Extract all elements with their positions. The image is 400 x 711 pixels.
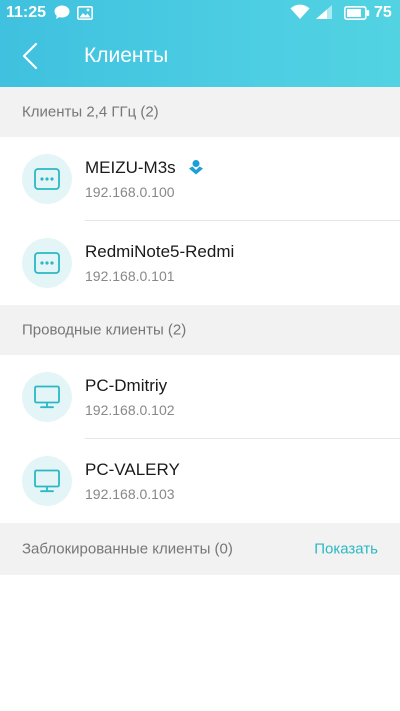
client-name: RedmiNote5-Redmi bbox=[85, 242, 235, 261]
client-item[interactable]: PC-Dmitriy 192.168.0.102 bbox=[0, 355, 400, 439]
client-item[interactable]: MEIZU-M3s 192.168.0.100 bbox=[0, 137, 400, 221]
client-ip: 192.168.0.101 bbox=[85, 268, 175, 284]
status-time: 11:25 bbox=[6, 4, 47, 21]
battery-icon bbox=[344, 6, 370, 23]
client-ip: 192.168.0.100 bbox=[85, 184, 175, 200]
app-bar: Клиенты bbox=[0, 26, 400, 87]
client-name: PC-Dmitriy bbox=[85, 376, 168, 395]
section-title: Заблокированные клиенты (0) bbox=[22, 540, 233, 558]
wifi-icon bbox=[290, 4, 310, 23]
section-header-blocked: Заблокированные клиенты (0) Показать bbox=[0, 523, 400, 575]
page-title: Клиенты bbox=[84, 44, 169, 67]
app-header: 11:25 75 Клиенты bbox=[0, 0, 400, 87]
device-avatar bbox=[22, 154, 72, 204]
section-title: Проводные клиенты (2) bbox=[22, 321, 187, 339]
client-name: MEIZU-M3s bbox=[85, 158, 176, 177]
client-ip: 192.168.0.103 bbox=[85, 486, 175, 502]
client-ip: 192.168.0.102 bbox=[85, 402, 175, 418]
device-avatar bbox=[22, 238, 72, 288]
client-item[interactable]: RedmiNote5-Redmi 192.168.0.101 bbox=[0, 221, 400, 305]
back-button[interactable] bbox=[12, 40, 48, 72]
section-header-wireless: Клиенты 2,4 ГГц (2) bbox=[0, 87, 400, 137]
wireless-device-icon bbox=[34, 252, 60, 274]
section-title: Клиенты 2,4 ГГц (2) bbox=[22, 103, 159, 121]
monitor-icon bbox=[34, 385, 60, 409]
status-bar: 11:25 75 bbox=[0, 0, 400, 26]
device-avatar bbox=[22, 372, 72, 422]
section-header-wired: Проводные клиенты (2) bbox=[0, 305, 400, 355]
battery-level: 75 bbox=[374, 4, 392, 21]
client-item[interactable]: PC-VALERY 192.168.0.103 bbox=[0, 439, 400, 523]
client-name: PC-VALERY bbox=[85, 460, 180, 479]
monitor-icon bbox=[34, 469, 60, 493]
user-icon bbox=[188, 159, 204, 180]
show-blocked-button[interactable]: Показать bbox=[314, 541, 378, 558]
gallery-notification-icon bbox=[77, 6, 93, 23]
chevron-left-icon bbox=[22, 42, 38, 70]
signal-icon bbox=[314, 4, 334, 23]
device-avatar bbox=[22, 456, 72, 506]
chat-notification-icon bbox=[54, 5, 70, 23]
wireless-device-icon bbox=[34, 168, 60, 190]
